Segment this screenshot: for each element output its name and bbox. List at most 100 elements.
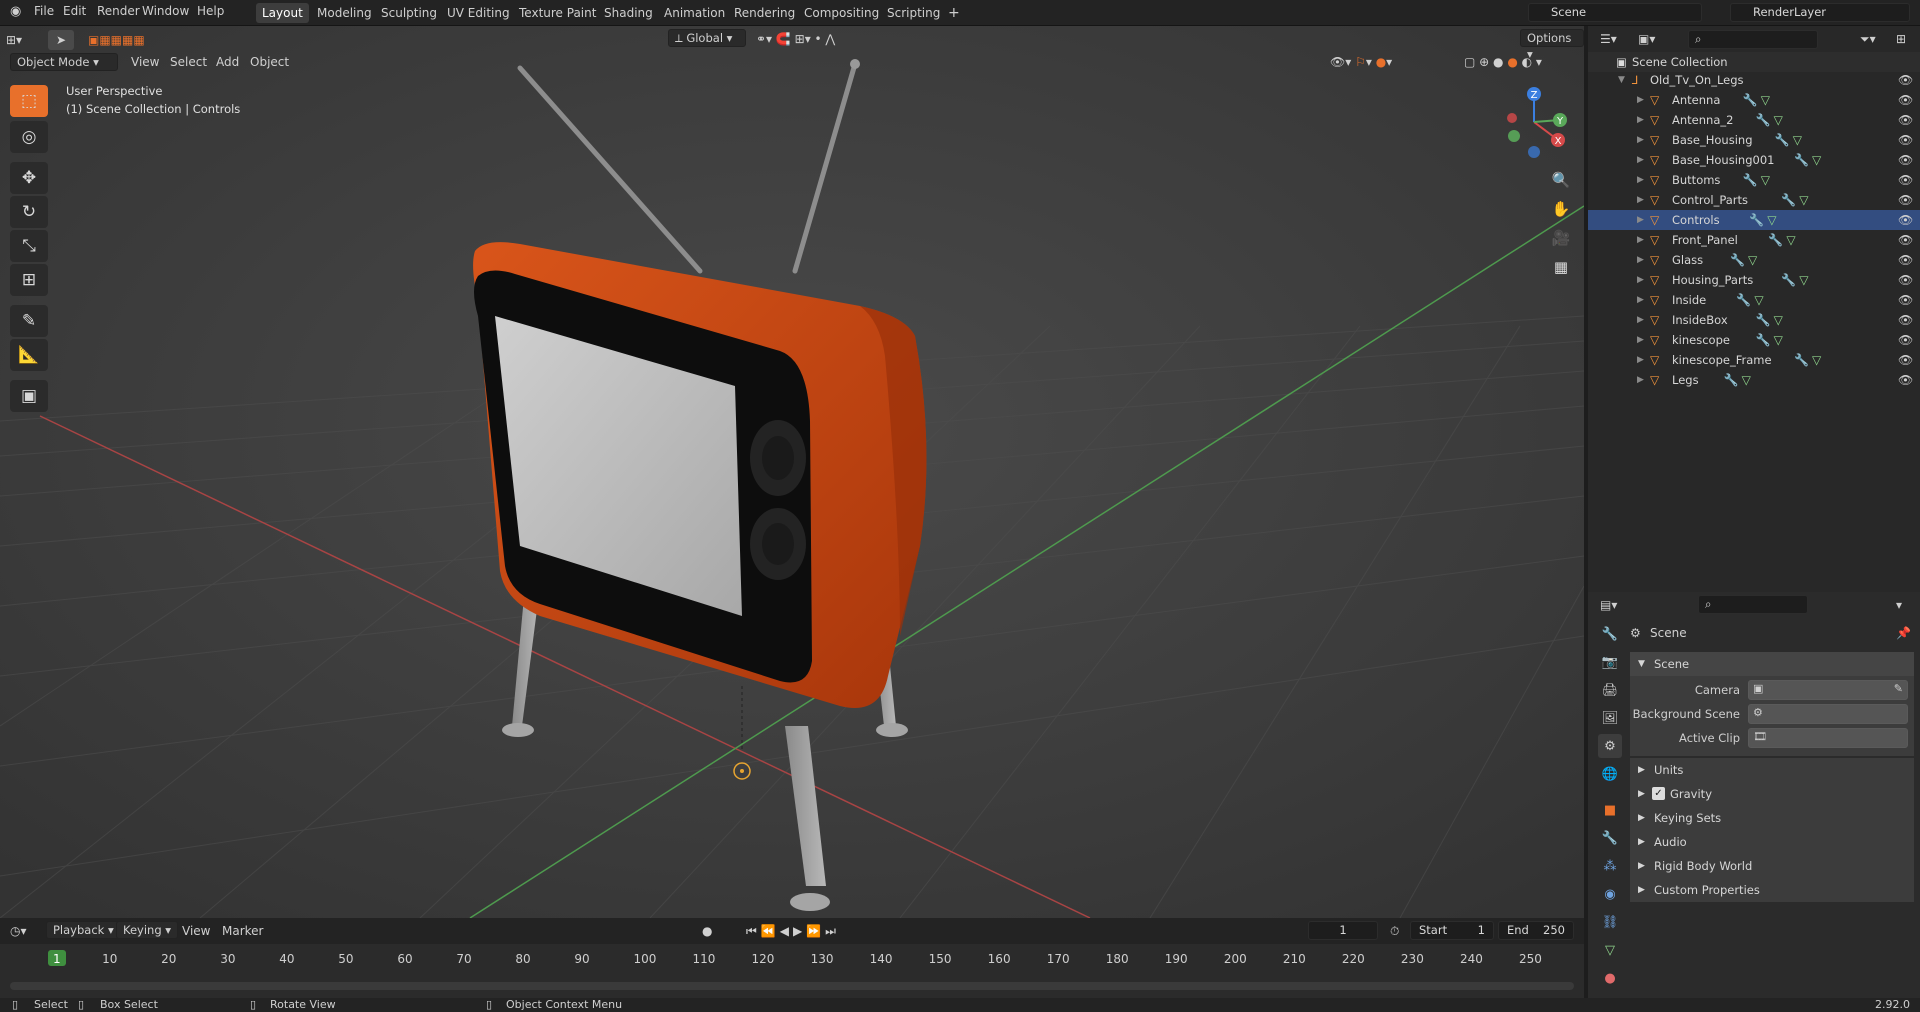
modifier-wrench-icon[interactable]: 🔧 xyxy=(1743,90,1758,110)
outliner-item[interactable]: ▶ ▽ kinescope 🔧 ▽ 👁 xyxy=(1588,330,1920,350)
data-tab-icon[interactable]: ▽ xyxy=(1598,938,1622,962)
outliner-item[interactable]: ▶ ▽ Inside 🔧 ▽ 👁 xyxy=(1588,290,1920,310)
menu-render[interactable]: Render xyxy=(97,4,140,18)
add-cube-tool-icon[interactable]: ▣ xyxy=(10,380,48,412)
expand-right-icon[interactable]: ▶ xyxy=(1637,130,1644,150)
particles-tab-icon[interactable]: ⁂ xyxy=(1598,854,1622,878)
scale-tool-icon[interactable]: ⤡ xyxy=(10,230,48,262)
visibility-eye-icon[interactable]: 👁 xyxy=(1898,270,1913,290)
modifier-wrench-icon[interactable]: 🔧 xyxy=(1775,130,1790,150)
tab-rendering[interactable]: Rendering xyxy=(728,3,801,23)
expand-right-icon[interactable]: ▶ xyxy=(1637,90,1644,110)
modifier-wrench-icon[interactable]: 🔧 xyxy=(1781,270,1796,290)
expand-right-icon[interactable]: ▶ xyxy=(1637,370,1644,390)
preview-range-icon[interactable]: ⏱ xyxy=(1390,921,1399,941)
pan-hand-icon[interactable]: ✋ xyxy=(1547,195,1575,223)
transform-tool-icon[interactable]: ⊞ xyxy=(10,264,48,296)
mesh-data-icon[interactable]: ▽ xyxy=(1774,110,1783,130)
eyedropper-icon[interactable]: ✎ xyxy=(1894,682,1903,695)
modifier-tab-icon[interactable]: 🔧 xyxy=(1598,826,1622,850)
expand-right-icon[interactable]: ▶ xyxy=(1637,250,1644,270)
modifier-wrench-icon[interactable]: 🔧 xyxy=(1768,230,1783,250)
timeline-scrollbar[interactable] xyxy=(10,982,1574,990)
visibility-eye-icon[interactable]: 👁 xyxy=(1898,150,1913,170)
add-workspace-icon[interactable]: + xyxy=(942,3,966,23)
visibility-eye-icon[interactable]: 👁 xyxy=(1898,130,1913,150)
record-icon[interactable]: ● xyxy=(702,921,712,941)
select-tool-icon[interactable]: ⬚ xyxy=(10,85,48,117)
renderlayer-selector[interactable]: RenderLayer xyxy=(1730,3,1910,22)
mesh-data-icon[interactable]: ▽ xyxy=(1761,90,1770,110)
shading-mode-icons[interactable]: ▢ ⊕ ● ● ◐ ▾ xyxy=(1464,52,1542,72)
viewport-menu-view[interactable]: View xyxy=(131,52,159,72)
expand-right-icon[interactable]: ▶ xyxy=(1637,270,1644,290)
modifier-wrench-icon[interactable]: 🔧 xyxy=(1756,310,1771,330)
annotate-tool-icon[interactable]: ✎ xyxy=(10,305,48,337)
mesh-data-icon[interactable]: ▽ xyxy=(1812,150,1821,170)
end-frame-field[interactable]: End 250 xyxy=(1498,921,1574,940)
outliner-item[interactable]: ▶ ▽ Base_Housing001 🔧 ▽ 👁 xyxy=(1588,150,1920,170)
modifier-wrench-icon[interactable]: 🔧 xyxy=(1743,170,1758,190)
tab-modeling[interactable]: Modeling xyxy=(311,3,378,23)
tab-texture-paint[interactable]: Texture Paint xyxy=(513,3,602,23)
modifier-wrench-icon[interactable]: 🔧 xyxy=(1756,330,1771,350)
mesh-data-icon[interactable]: ▽ xyxy=(1761,170,1770,190)
visibility-eye-icon[interactable]: 👁 xyxy=(1898,250,1913,270)
visibility-eye-icon[interactable]: 👁 xyxy=(1898,90,1913,110)
expand-right-icon[interactable]: ▶ xyxy=(1637,150,1644,170)
collapse-icon[interactable]: ▾ xyxy=(1896,598,1902,612)
select-mode-icon[interactable]: ➤ xyxy=(48,30,74,50)
expand-right-icon[interactable]: ▶ xyxy=(1637,350,1644,370)
menu-window[interactable]: Window xyxy=(142,4,189,18)
modifier-wrench-icon[interactable]: 🔧 xyxy=(1794,350,1809,370)
expand-right-icon[interactable]: ▶ xyxy=(1637,110,1644,130)
outliner-item[interactable]: ▶ ▽ Glass 🔧 ▽ 👁 xyxy=(1588,250,1920,270)
ortho-grid-icon[interactable]: ▦ xyxy=(1547,253,1575,281)
modifier-wrench-icon[interactable]: 🔧 xyxy=(1756,110,1771,130)
output-tab-icon[interactable]: 🖨 xyxy=(1598,678,1622,702)
playback-controls-icons[interactable]: ⏮⏪◀▶⏩⏭ xyxy=(746,921,840,941)
outliner-root-row[interactable]: ▣ Scene Collection xyxy=(1588,52,1920,72)
outliner-item[interactable]: ▶ ▽ Front_Panel 🔧 ▽ 👁 xyxy=(1588,230,1920,250)
scene-tab-icon[interactable]: ⚙ xyxy=(1598,734,1622,758)
mesh-data-icon[interactable]: ▽ xyxy=(1812,350,1821,370)
outliner-item[interactable]: ▶ ▽ Base_Housing 🔧 ▽ 👁 xyxy=(1588,130,1920,150)
gravity-panel-header[interactable]: ▶ ✓ Gravity xyxy=(1630,782,1914,806)
visibility-eye-icon[interactable]: 👁 xyxy=(1898,170,1913,190)
mesh-data-icon[interactable]: ▽ xyxy=(1748,250,1757,270)
visibility-eye-icon[interactable]: 👁 xyxy=(1898,370,1913,390)
custom-properties-panel-header[interactable]: ▶ Custom Properties xyxy=(1630,878,1914,902)
outliner-item[interactable]: ▶ ▽ Antenna_2 🔧 ▽ 👁 xyxy=(1588,110,1920,130)
modifier-wrench-icon[interactable]: 🔧 xyxy=(1736,290,1751,310)
gravity-checkbox[interactable]: ✓ xyxy=(1652,787,1665,800)
units-panel-header[interactable]: ▶ Units xyxy=(1630,758,1914,782)
modifier-wrench-icon[interactable]: 🔧 xyxy=(1749,210,1764,230)
properties-editor-icon[interactable]: ▤▾ xyxy=(1600,598,1617,612)
overlay-toggle-icons[interactable]: 👁▾ ⚐▾ ●▾ xyxy=(1330,52,1392,72)
modifier-wrench-icon[interactable]: 🔧 xyxy=(1781,190,1796,210)
rotate-tool-icon[interactable]: ↻ xyxy=(10,196,48,228)
modifier-wrench-icon[interactable]: 🔧 xyxy=(1724,370,1739,390)
visibility-eye-icon[interactable]: 👁 xyxy=(1898,210,1913,230)
scene-selector[interactable]: Scene xyxy=(1528,3,1702,22)
move-tool-icon[interactable]: ✥ xyxy=(10,162,48,194)
mesh-data-icon[interactable]: ▽ xyxy=(1767,210,1776,230)
outliner-item[interactable]: ▶ ▽ Legs 🔧 ▽ 👁 xyxy=(1588,370,1920,390)
expand-right-icon[interactable]: ▶ xyxy=(1637,170,1644,190)
visibility-eye-icon[interactable]: 👁 xyxy=(1898,110,1913,130)
menu-help[interactable]: Help xyxy=(197,4,224,18)
modifier-wrench-icon[interactable]: 🔧 xyxy=(1730,250,1745,270)
rigid-body-world-panel-header[interactable]: ▶ Rigid Body World xyxy=(1630,854,1914,878)
audio-panel-header[interactable]: ▶ Audio xyxy=(1630,830,1914,854)
camera-field[interactable]: ▣ ✎ xyxy=(1748,680,1908,700)
tab-shading[interactable]: Shading xyxy=(598,3,659,23)
material-tab-icon[interactable]: ● xyxy=(1598,966,1622,990)
tab-layout[interactable]: Layout xyxy=(256,3,309,23)
mesh-data-icon[interactable]: ▽ xyxy=(1754,290,1763,310)
menu-file[interactable]: File xyxy=(34,4,54,18)
outliner-item[interactable]: ▶ ▽ Buttoms 🔧 ▽ 👁 xyxy=(1588,170,1920,190)
mesh-data-icon[interactable]: ▽ xyxy=(1793,130,1802,150)
blender-logo-icon[interactable]: ◉ xyxy=(10,4,21,19)
expand-right-icon[interactable]: ▶ xyxy=(1637,230,1644,250)
keying-sets-panel-header[interactable]: ▶ Keying Sets xyxy=(1630,806,1914,830)
